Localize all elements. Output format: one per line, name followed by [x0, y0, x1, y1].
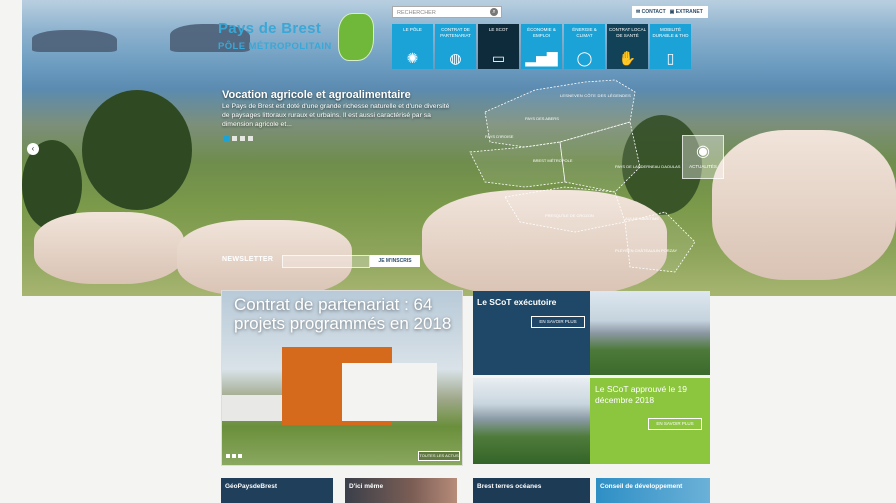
extranet-label: EXTRANET [675, 9, 703, 15]
city-photo [473, 378, 590, 464]
learn-more-button[interactable]: EN SAVOIR PLUS [648, 418, 702, 430]
nav-label: CONTRAT LOCAL DE SANTÉ [608, 27, 647, 38]
actualites-label: ACTUALITÉS [689, 164, 717, 169]
panel-title: Le SCoT exécutoire [477, 297, 557, 307]
hero-headline: Vocation agricole et agroalimentaire [222, 89, 411, 101]
featured-title: Contrat de partenariat : 64 projets prog… [234, 295, 452, 333]
building-image [222, 395, 282, 421]
handshake-icon: ✋ [618, 50, 637, 66]
map-label: PLEYBEN CHÂTEAULIN PORZAY [615, 248, 677, 253]
main-nav: LE PÔLE ✺ CONTRAT DE PARTENARIAT ◍ LE SCOT… [392, 24, 691, 69]
slider-dots [224, 136, 253, 141]
top-links: ✉ CONTACT ▣ EXTRANET [632, 6, 708, 18]
map-label: PAYS D'IROISE [485, 134, 514, 139]
building-image [342, 363, 437, 421]
slider-dot[interactable] [232, 454, 236, 458]
map-label: PRESQU'ÎLE DE CROZON [545, 213, 594, 218]
map-label: BREST MÉTROPOLE [533, 158, 573, 163]
slider-dot[interactable] [240, 136, 245, 141]
actualites-button[interactable]: ◉ ACTUALITÉS [682, 135, 724, 179]
contact-label: CONTACT [641, 9, 666, 15]
search-input[interactable]: RECHERCHER ⌕ [392, 6, 502, 18]
all-news-button[interactable]: TOUTES LES ACTUS [418, 451, 460, 461]
bar-chart-icon: ▂▅▇ [525, 50, 558, 66]
search-icon[interactable]: ⌕ [490, 8, 498, 16]
harbour-photo [590, 291, 710, 375]
nav-tile-mobilite[interactable]: MOBILITÉ DURABLE & THD ▯ [650, 24, 691, 69]
map-region[interactable] [504, 186, 626, 233]
scot-executoire-panel[interactable]: Le SCoT exécutoire EN SAVOIR PLUS [473, 291, 590, 375]
network-icon: ✺ [406, 50, 419, 66]
lightbulb-icon: ◯ [576, 50, 593, 66]
tree [82, 90, 192, 210]
sea-cliff [32, 30, 117, 52]
territory-map[interactable]: LESNEVEN CÔTE DES LÉGENDES PAYS DES ABER… [465, 72, 705, 287]
extranet-link[interactable]: ▣ EXTRANET [670, 6, 703, 18]
cow [712, 130, 896, 280]
tile-label: D'ici même [349, 483, 384, 490]
bottom-tile-conseil-developpement[interactable]: Conseil de développement [596, 478, 710, 503]
bottom-tile-dici-meme[interactable]: D'ici même [345, 478, 457, 503]
scot-approved-panel[interactable]: Le SCoT approuvé le 19 décembre 2018 EN … [590, 378, 710, 464]
slider-prev-arrow-icon[interactable]: ‹ [27, 143, 39, 155]
logo-title: Pays de Brest [218, 20, 322, 37]
nav-tile-economie[interactable]: ÉCONOMIE & EMPLOI ▂▅▇ [521, 24, 562, 69]
slider-dot[interactable] [226, 454, 230, 458]
nav-label: CONTRAT DE PARTENARIAT [440, 27, 471, 38]
screen-icon: ▭ [491, 50, 506, 66]
map-label: PAYS DES ABERS [525, 116, 559, 121]
newsletter-subscribe-button[interactable]: JE M'INSCRIS [370, 255, 420, 267]
globe-icon: ◍ [449, 50, 462, 66]
logo-subtitle: PÔLE MÉTROPOLITAIN [218, 41, 332, 52]
bottom-tile-geopaysdebrest[interactable]: GéoPaysdeBrest [221, 478, 333, 503]
slider-dot[interactable] [238, 454, 242, 458]
nav-label: LE SCOT [488, 27, 509, 32]
nav-tile-le-pole[interactable]: LE PÔLE ✺ [392, 24, 433, 69]
tile-label: Brest terres océanes [477, 483, 542, 490]
panel-title: Le SCoT approuvé le 19 décembre 2018 [595, 384, 687, 405]
tile-label: Conseil de développement [600, 483, 683, 490]
bottom-tile-brest-terres-oceanes[interactable]: Brest terres océanes [473, 478, 590, 503]
nav-tile-scot[interactable]: LE SCOT ▭ [478, 24, 519, 69]
map-label: LESNEVEN CÔTE DES LÉGENDES [560, 93, 631, 98]
map-label: PAYS DE LANDERNEAU DAOULAS [615, 164, 681, 169]
site-logo[interactable]: Pays de Brest PÔLE MÉTROPOLITAIN [218, 13, 374, 61]
newsletter-label: NEWSLETTER [222, 256, 274, 263]
nav-label: ÉNERGIE & CLIMAT [572, 27, 597, 38]
map-region[interactable] [469, 141, 566, 188]
cow [34, 212, 184, 284]
contact-link[interactable]: ✉ CONTACT [636, 6, 666, 18]
nav-label: LE PÔLE [403, 27, 422, 32]
nav-tile-sante[interactable]: CONTRAT LOCAL DE SANTÉ ✋ [607, 24, 648, 69]
map-region[interactable] [624, 211, 696, 273]
nav-tile-contrat[interactable]: CONTRAT DE PARTENARIAT ◍ [435, 24, 476, 69]
featured-article[interactable]: Contrat de partenariat : 64 projets prog… [221, 290, 463, 466]
search-placeholder: RECHERCHER [397, 10, 436, 16]
slider-dot[interactable] [248, 136, 253, 141]
nav-tile-energie[interactable]: ÉNERGIE & CLIMAT ◯ [564, 24, 605, 69]
nav-label: ÉCONOMIE & EMPLOI [527, 27, 556, 38]
slider-dot[interactable] [232, 136, 237, 141]
rss-icon: ◉ [696, 143, 710, 160]
nav-label: MOBILITÉ DURABLE & THD [652, 27, 689, 38]
newsletter-email-input[interactable] [282, 255, 370, 268]
phone-icon: ▯ [666, 50, 675, 66]
tile-label: GéoPaysdeBrest [225, 483, 278, 490]
featured-dots [226, 454, 242, 458]
learn-more-button[interactable]: EN SAVOIR PLUS [531, 316, 585, 328]
map-label: AULNE MARITIME [625, 216, 659, 221]
slider-dot[interactable] [224, 136, 229, 141]
hero-description: Le Pays de Brest est doté d'une grande r… [222, 103, 450, 128]
brittany-map-icon [338, 13, 374, 61]
